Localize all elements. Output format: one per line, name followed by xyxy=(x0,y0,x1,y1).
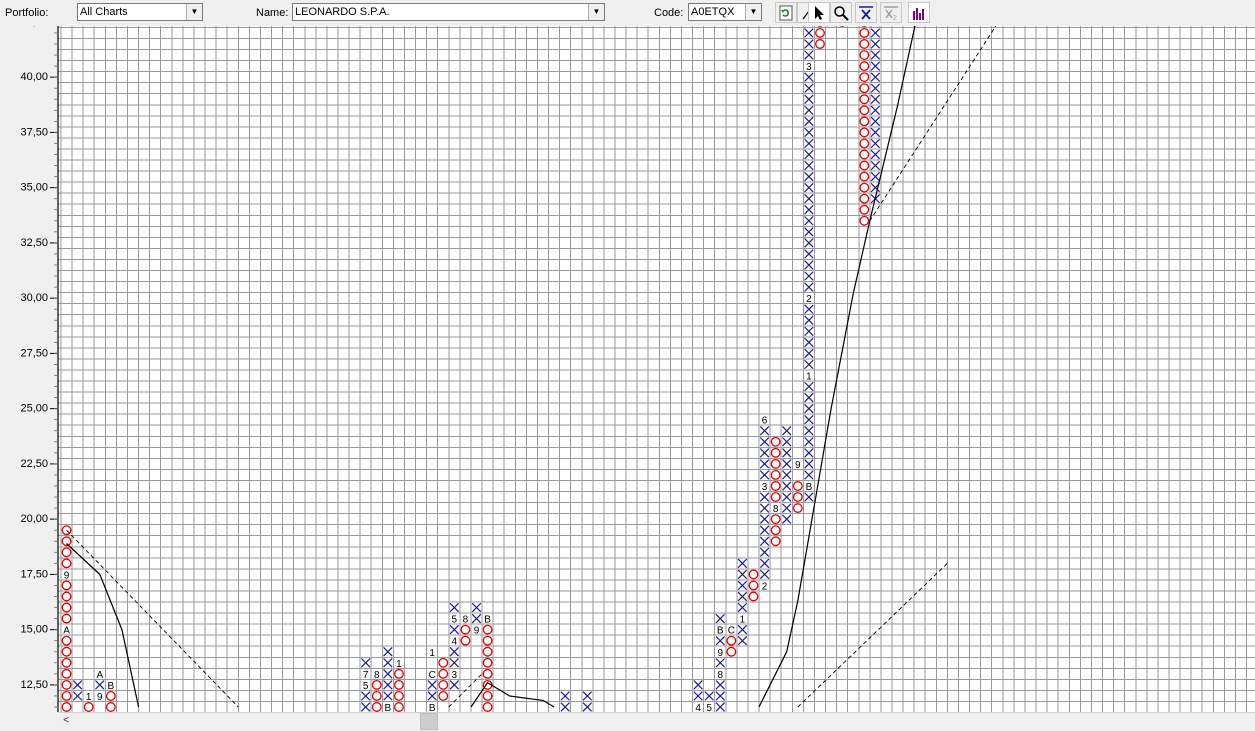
month-label: B xyxy=(717,626,724,637)
month-label: 3 xyxy=(762,482,768,493)
x-scale-button[interactable] xyxy=(855,2,877,23)
zoom-button[interactable] xyxy=(830,2,852,23)
month-label: 1 xyxy=(740,615,746,626)
month-label: 5 xyxy=(452,615,458,626)
month-label: 9 xyxy=(64,570,70,581)
bar-chart-icon xyxy=(913,8,924,20)
scroll-thumb[interactable] xyxy=(420,713,438,730)
y-tick-label: 12,50 xyxy=(20,679,48,691)
month-label: B xyxy=(385,703,392,712)
bar-chart-button[interactable] xyxy=(908,2,930,23)
portfolio-value: All Charts xyxy=(80,6,128,18)
month-label: B xyxy=(429,703,436,712)
month-label: 8 xyxy=(717,670,723,681)
code-select[interactable]: A0ETQX ▼ xyxy=(688,3,762,21)
month-label: 3 xyxy=(806,62,812,73)
y-tick-label: 30,00 xyxy=(20,292,48,304)
scroll-left-icon[interactable]: < xyxy=(58,713,74,729)
svg-text:2: 2 xyxy=(893,15,897,21)
month-label: A xyxy=(96,670,103,681)
month-label: 9 xyxy=(97,692,103,703)
month-label: B xyxy=(484,615,491,626)
month-label: 7 xyxy=(363,670,369,681)
y-tick-label: 17,50 xyxy=(20,568,48,580)
month-label: 4 xyxy=(695,703,701,712)
pnf-chart[interactable]: 12,50 15,00 17,50 20,00 22,50 25,00 27,50 30,00… xyxy=(0,16,1255,712)
month-label: 9 xyxy=(717,648,723,659)
month-label: 1 xyxy=(429,648,435,659)
month-label: 1 xyxy=(396,659,402,670)
month-label: B xyxy=(806,482,813,493)
y-tick-label: 37,50 xyxy=(20,126,48,138)
month-label: 9 xyxy=(795,460,801,471)
month-label: 8 xyxy=(773,504,779,515)
month-label: 5 xyxy=(363,681,369,692)
chevron-down-icon[interactable]: ▼ xyxy=(588,4,604,20)
zoom-icon xyxy=(834,6,849,21)
month-label: 3 xyxy=(452,670,458,681)
x2-scale-icon: 2 xyxy=(884,6,898,21)
toolbar: Portfolio: All Charts ▼ Name: LEONARDO S… xyxy=(0,0,1255,26)
y-tick-label: 27,50 xyxy=(20,347,48,359)
y-tick-label: 35,00 xyxy=(20,182,48,194)
month-label: 2 xyxy=(806,294,812,305)
y-tick-label: 25,00 xyxy=(20,403,48,415)
refresh-button[interactable] xyxy=(775,2,797,23)
chevron-down-icon[interactable]: ▼ xyxy=(186,4,202,20)
month-label: A xyxy=(63,626,70,637)
y-tick-label: 40,00 xyxy=(20,71,48,83)
month-label: 1 xyxy=(86,692,92,703)
month-label: 6 xyxy=(762,416,768,427)
refresh-icon xyxy=(779,5,793,21)
pointer-icon xyxy=(815,6,824,20)
month-label: C xyxy=(728,626,735,637)
y-tick-label: 22,50 xyxy=(20,458,48,470)
name-value: LEONARDO S.P.A. xyxy=(295,6,390,18)
month-label: 9 xyxy=(474,626,480,637)
y-tick-label: 42,50 xyxy=(20,26,48,28)
month-label: 4 xyxy=(452,637,458,648)
y-tick-label: 20,00 xyxy=(20,513,48,525)
y-tick-label: 15,00 xyxy=(20,624,48,636)
code-label: Code: xyxy=(654,7,684,19)
x-scale-icon xyxy=(859,6,873,20)
month-label: 2 xyxy=(762,581,768,592)
name-label: Name: xyxy=(256,7,289,19)
month-label: 8 xyxy=(374,670,380,681)
name-select[interactable]: LEONARDO S.P.A. ▼ xyxy=(292,3,605,21)
month-label: C xyxy=(429,670,436,681)
month-label: 1 xyxy=(806,372,812,383)
pointer-button[interactable] xyxy=(808,2,830,23)
portfolio-label: Portfolio: xyxy=(5,7,49,19)
x2-scale-button[interactable]: 2 xyxy=(880,2,902,23)
portfolio-select[interactable]: All Charts ▼ xyxy=(77,3,203,21)
month-label: B xyxy=(108,681,115,692)
plot-background xyxy=(58,26,1255,712)
horizontal-scrollbar[interactable]: < xyxy=(58,712,1255,730)
chart-area[interactable]: 12,50 15,00 17,50 20,00 22,50 25,00 27,50 30,00… xyxy=(0,16,1255,712)
month-label: 5 xyxy=(706,703,712,712)
month-label: 8 xyxy=(463,615,469,626)
chevron-down-icon[interactable]: ▼ xyxy=(745,4,761,20)
code-value: A0ETQX xyxy=(691,6,735,18)
y-tick-label: 32,50 xyxy=(20,237,48,249)
